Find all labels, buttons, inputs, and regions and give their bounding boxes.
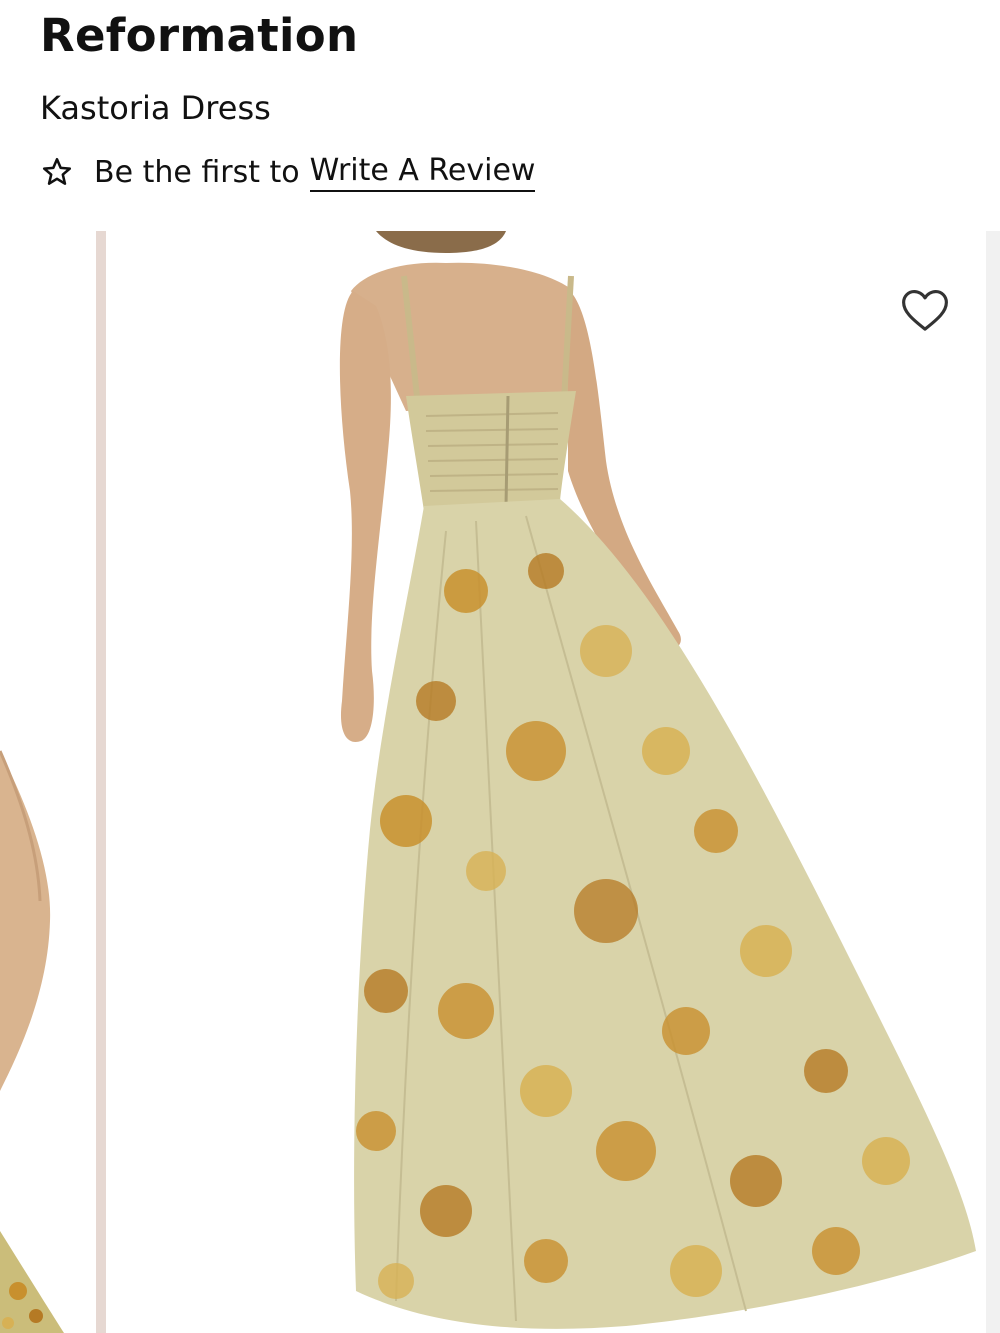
product-image-carousel[interactable] [0, 231, 1000, 1333]
previous-image-photo [0, 750, 64, 1333]
review-prompt: Be the first to Write A Review [40, 150, 536, 194]
carousel-divider [96, 231, 106, 1333]
star-outline-icon [42, 157, 72, 185]
dress-back-view-photo [339, 231, 976, 1329]
write-review-link[interactable]: Write A Review [309, 153, 536, 192]
brand-name[interactable]: Reformation [40, 8, 358, 64]
product-title: Kastoria Dress [40, 89, 271, 127]
main-product-image[interactable] [106, 231, 986, 1333]
previous-product-image[interactable] [0, 231, 82, 1333]
heart-outline-icon[interactable] [898, 283, 952, 337]
review-prefix-text: Be the first to [94, 154, 300, 190]
next-product-image-edge[interactable] [986, 231, 1000, 1333]
